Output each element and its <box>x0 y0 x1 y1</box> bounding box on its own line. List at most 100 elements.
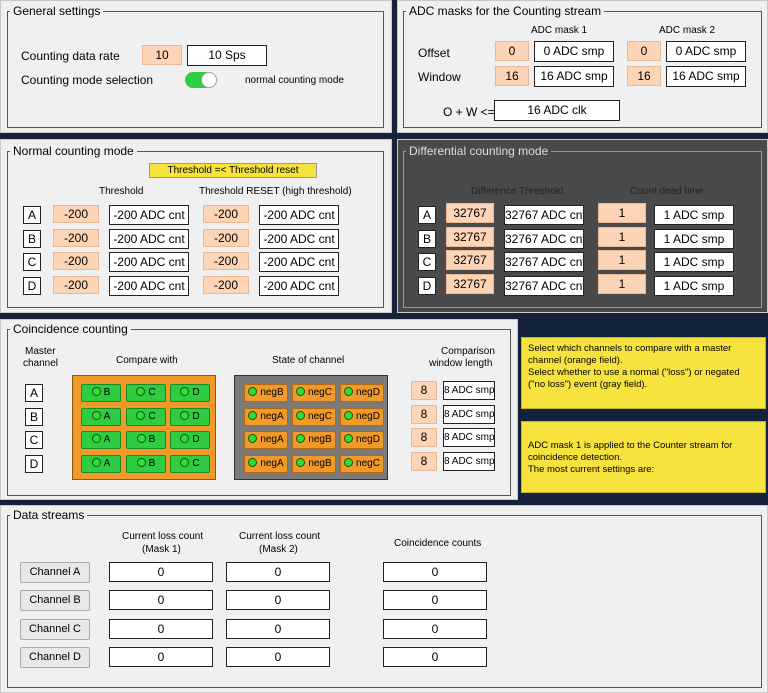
state-toggle-negb[interactable]: negB <box>244 384 288 402</box>
difference-threshold-input[interactable]: 32767 <box>446 227 494 247</box>
coincidence-title: Coincidence counting <box>13 322 128 336</box>
state-toggle-nega[interactable]: negA <box>244 455 288 473</box>
state-toggle-label: negB <box>260 387 284 398</box>
state-toggle-negc[interactable]: negC <box>340 455 384 473</box>
state-toggle-negb[interactable]: negB <box>292 455 336 473</box>
state-toggle-negc[interactable]: negC <box>292 384 336 402</box>
compare-toggle-c[interactable]: C <box>170 455 210 473</box>
state-toggle-label: negC <box>308 411 332 422</box>
compare-toggle-c[interactable]: C <box>126 408 166 426</box>
window-mask2-input[interactable]: 16 <box>627 66 661 86</box>
radio-dot-icon <box>344 458 354 467</box>
state-toggle-negc[interactable]: negC <box>292 408 336 426</box>
threshold-reset-input[interactable]: -200 <box>203 229 249 247</box>
info-box-compare: Select which channels to compare with a … <box>521 337 766 409</box>
state-toggle-nega[interactable]: negA <box>244 431 288 449</box>
window-length-input[interactable]: 8 <box>411 452 437 471</box>
radio-dot-icon <box>296 411 306 420</box>
counting-rate-input[interactable]: 10 <box>142 45 182 65</box>
master-channel-header-1: Master <box>25 346 56 357</box>
master-channel-c: C <box>25 431 43 449</box>
coincidence-counts-header: Coincidence counts <box>394 538 482 549</box>
channel-a-button[interactable]: Channel A <box>20 562 90 583</box>
radio-dot-icon <box>136 387 146 396</box>
coincidence-count-value: 0 <box>383 647 487 667</box>
threshold-reset-input[interactable]: -200 <box>203 205 249 223</box>
compare-toggle-a[interactable]: A <box>81 408 121 426</box>
radio-dot-icon <box>248 458 258 467</box>
offset-label: Offset <box>418 46 450 60</box>
threshold-input[interactable]: -200 <box>53 229 99 247</box>
difference-threshold-display: 32767 ADC cnt <box>504 252 584 272</box>
threshold-header: Threshold <box>99 186 144 197</box>
channel-d-label: D <box>418 277 436 295</box>
radio-dot-icon <box>296 387 306 396</box>
compare-toggle-d[interactable]: D <box>170 384 210 402</box>
threshold-input[interactable]: -200 <box>53 276 99 294</box>
ow-label: O + W <= <box>443 105 495 119</box>
state-toggle-negd[interactable]: negD <box>340 431 384 449</box>
compare-toggle-c[interactable]: C <box>126 384 166 402</box>
compare-toggle-d[interactable]: D <box>170 431 210 449</box>
window-length-input[interactable]: 8 <box>411 428 437 447</box>
adc-masks-panel: ADC masks for the Counting stream ADC ma… <box>397 0 768 133</box>
compare-toggle-a[interactable]: A <box>81 431 121 449</box>
threshold-reset-input[interactable]: -200 <box>203 276 249 294</box>
counting-rate-display: 10 Sps <box>187 45 267 66</box>
coincidence-panel: Coincidence counting Master channel Comp… <box>0 319 518 500</box>
difference-threshold-input[interactable]: 32767 <box>446 250 494 270</box>
state-toggle-label: negA <box>260 458 284 469</box>
threshold-input[interactable]: -200 <box>53 205 99 223</box>
dead-time-display: 1 ADC smp <box>654 205 734 225</box>
counting-rate-label: Counting data rate <box>21 49 120 63</box>
state-toggle-negd[interactable]: negD <box>340 384 384 402</box>
window-length-display: 8 ADC smp <box>443 428 495 447</box>
state-toggle-nega[interactable]: negA <box>244 408 288 426</box>
compare-with-header: Compare with <box>116 355 178 366</box>
counting-mode-toggle[interactable] <box>185 72 217 88</box>
channel-d-button[interactable]: Channel D <box>20 647 90 668</box>
difference-threshold-display: 32767 ADC cnt <box>504 229 584 249</box>
compare-toggle-label: D <box>192 411 200 422</box>
loss-mask2-header-2: (Mask 2) <box>259 544 298 555</box>
dead-time-input[interactable]: 1 <box>598 203 646 223</box>
info-box-compare-text: Select which channels to compare with a … <box>528 343 740 390</box>
offset-mask1-display: 0 ADC smp <box>534 41 614 62</box>
threshold-reset-display: -200 ADC cnt <box>259 229 339 249</box>
master-channel-b: B <box>25 408 43 426</box>
state-toggle-negb[interactable]: negB <box>292 431 336 449</box>
channel-b-button[interactable]: Channel B <box>20 590 90 611</box>
dead-time-input[interactable]: 1 <box>598 250 646 270</box>
dead-time-input[interactable]: 1 <box>598 227 646 247</box>
compare-toggle-b[interactable]: B <box>81 384 121 402</box>
threshold-reset-input[interactable]: -200 <box>203 252 249 270</box>
state-toggle-label: negB <box>308 458 332 469</box>
compare-toggle-a[interactable]: A <box>81 455 121 473</box>
dead-time-display: 1 ADC smp <box>654 276 734 296</box>
offset-mask2-input[interactable]: 0 <box>627 41 661 61</box>
threshold-input[interactable]: -200 <box>53 252 99 270</box>
compare-toggle-b[interactable]: B <box>126 455 166 473</box>
difference-threshold-input[interactable]: 32767 <box>446 274 494 294</box>
state-of-channel-header: State of channel <box>272 355 345 366</box>
difference-threshold-input[interactable]: 32767 <box>446 203 494 223</box>
radio-dot-icon <box>296 458 306 467</box>
channel-c-button[interactable]: Channel C <box>20 619 90 640</box>
counting-mode-text: normal counting mode <box>245 75 344 86</box>
toggle-knob <box>201 72 217 88</box>
compare-toggle-label: D <box>192 387 200 398</box>
general-settings-group: General settings <box>7 4 384 128</box>
radio-dot-icon <box>136 411 146 420</box>
coincidence-count-value: 0 <box>383 619 487 639</box>
compare-toggle-d[interactable]: D <box>170 408 210 426</box>
state-toggle-label: negB <box>308 434 332 445</box>
state-toggle-negd[interactable]: negD <box>340 408 384 426</box>
window-mask1-input[interactable]: 16 <box>495 66 529 86</box>
compare-toggle-b[interactable]: B <box>126 431 166 449</box>
offset-mask1-input[interactable]: 0 <box>495 41 529 61</box>
dead-time-input[interactable]: 1 <box>598 274 646 294</box>
window-length-input[interactable]: 8 <box>411 405 437 424</box>
window-length-input[interactable]: 8 <box>411 381 437 400</box>
coincidence-count-value: 0 <box>383 590 487 610</box>
threshold-reset-header: Threshold RESET (high threshold) <box>199 186 352 197</box>
